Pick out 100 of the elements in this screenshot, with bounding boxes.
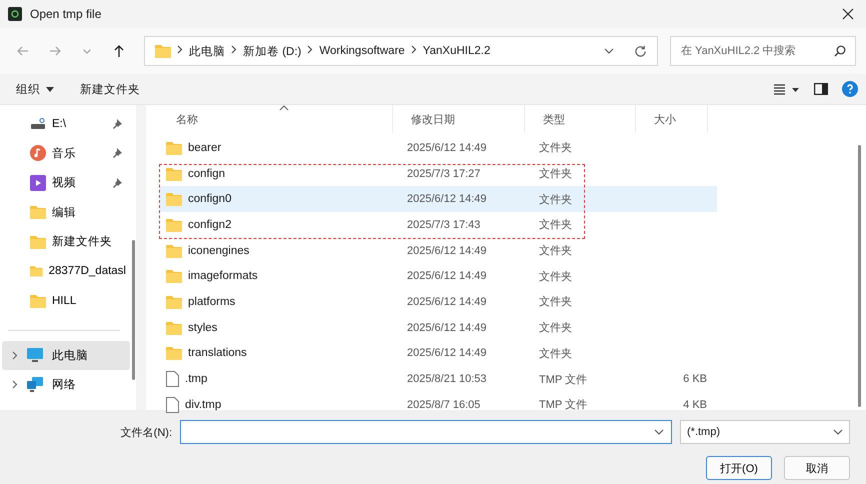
type-cell: TMP 文件	[539, 374, 588, 386]
folder-icon	[166, 320, 182, 335]
file-row[interactable]: platforms 2025/6/12 14:49 文件夹	[160, 289, 717, 315]
help-icon[interactable]	[842, 81, 858, 97]
file-name: .tmp	[185, 373, 208, 386]
date-cell: 2025/6/12 14:49	[407, 193, 487, 206]
folder-icon	[30, 294, 46, 308]
breadcrumb[interactable]: YanXuHIL2.2	[422, 45, 490, 57]
sidebar-item[interactable]: 网络	[2, 370, 130, 398]
breadcrumb[interactable]: 新加卷 (D:)	[243, 44, 302, 58]
date-cell: 2025/6/12 14:49	[407, 142, 487, 154]
file-name: platforms	[188, 296, 236, 308]
file-row[interactable]: .tmp 2025/8/21 10:53 TMP 文件 6 KB	[160, 366, 717, 392]
date-cell: 2025/7/3 17:27	[407, 168, 480, 180]
file-name: div.tmp	[185, 398, 222, 411]
sidebar-item[interactable]: E:\	[0, 109, 132, 138]
sidebar-item[interactable]: 视频	[0, 168, 132, 198]
chevron-down-icon	[83, 48, 91, 54]
type-cell: 文件夹	[539, 322, 572, 334]
preview-pane-icon[interactable]	[814, 83, 828, 95]
sidebar-item[interactable]: 此电脑	[2, 340, 130, 370]
breadcrumb[interactable]: 此电脑	[189, 44, 225, 58]
scrollbar-thumb[interactable]	[132, 240, 135, 380]
file-row[interactable]: styles 2025/6/12 14:49 文件夹	[160, 314, 717, 340]
network-icon	[26, 376, 44, 392]
file-name: imageformats	[188, 270, 258, 282]
filename-field[interactable]	[180, 420, 672, 444]
file-name: confign	[188, 168, 226, 180]
music-icon	[30, 145, 46, 162]
cancel-button[interactable]: 取消	[784, 456, 850, 480]
breadcrumb[interactable]: Workingsoftware	[319, 45, 405, 57]
date-cell: 2025/7/3 17:43	[407, 218, 480, 231]
app-icon	[8, 7, 22, 21]
sidebar-item[interactable]: 新建文件夹	[0, 227, 132, 256]
new-folder-button[interactable]: 新建文件夹	[74, 78, 146, 100]
folder-icon	[166, 218, 182, 232]
video-icon	[30, 174, 46, 191]
folder-icon	[30, 234, 46, 249]
file-row[interactable]: confign2 2025/7/3 17:43 文件夹	[160, 212, 717, 238]
size-cell: 4 KB	[683, 398, 707, 411]
scrollbar-thumb[interactable]	[858, 145, 861, 407]
file-row[interactable]: confign0 2025/6/12 14:49 文件夹	[160, 186, 717, 212]
type-cell: 文件夹	[539, 168, 572, 180]
type-cell: TMP 文件	[539, 399, 588, 412]
type-cell: 文件夹	[539, 348, 572, 360]
file-icon	[166, 371, 179, 388]
type-cell: 文件夹	[539, 245, 572, 258]
dropdown-chevron-icon	[604, 48, 614, 54]
folder-icon	[166, 294, 182, 309]
date-cell: 2025/6/12 14:49	[407, 244, 487, 257]
caret-icon	[46, 86, 54, 92]
folder-icon	[155, 44, 171, 58]
sort-caret-icon	[279, 105, 289, 111]
date-cell: 2025/8/7 16:05	[407, 398, 480, 411]
type-cell: 文件夹	[539, 270, 572, 283]
address-bar[interactable]: 此电脑 新加卷 (D:) Workingsoftware YanXuHIL2.2	[144, 36, 658, 66]
type-cell: 文件夹	[539, 219, 572, 232]
file-row[interactable]: confign 2025/7/3 17:27 文件夹	[160, 160, 717, 186]
sidebar-item[interactable]: 28377D_datasl	[0, 256, 132, 286]
file-row[interactable]: div.tmp 2025/8/7 16:05 TMP 文件 4 KB	[160, 392, 717, 418]
sidebar-item[interactable]: 编辑	[0, 198, 132, 227]
folder-icon	[166, 166, 182, 181]
file-name: styles	[188, 322, 218, 334]
filter-dropdown[interactable]: (*.tmp)	[680, 420, 850, 444]
column-header[interactable]: 修改日期	[393, 105, 525, 133]
column-header[interactable]: 名称	[151, 105, 393, 133]
monitor-icon	[26, 347, 44, 363]
sidebar-item[interactable]: 音乐	[0, 138, 132, 168]
chevron-down-icon	[654, 429, 664, 435]
date-cell: 2025/6/12 14:49	[407, 322, 487, 334]
column-header[interactable]: 大小	[636, 105, 708, 133]
size-cell: 6 KB	[683, 373, 707, 386]
folder-icon	[30, 264, 43, 278]
file-name: confign2	[188, 218, 232, 231]
folder-icon	[166, 346, 182, 360]
sidebar-item[interactable]: HILL	[0, 286, 132, 316]
type-cell: 文件夹	[539, 296, 572, 308]
file-row[interactable]: iconengines 2025/6/12 14:49 文件夹	[160, 238, 717, 264]
folder-icon	[166, 192, 182, 206]
file-row[interactable]: translations 2025/6/12 14:49 文件夹	[160, 340, 717, 366]
expand-chevron-icon	[12, 380, 18, 388]
chevron-down-icon	[833, 429, 843, 435]
date-cell: 2025/6/12 14:49	[407, 270, 487, 282]
column-header[interactable]: 类型	[525, 105, 636, 133]
expand-chevron-icon	[12, 350, 18, 360]
view-menu-icon[interactable]	[774, 83, 800, 95]
refresh-icon[interactable]	[634, 44, 647, 58]
window-title: Open tmp file	[30, 7, 102, 21]
drive-icon	[30, 118, 46, 130]
open-button[interactable]: 打开(O)	[706, 456, 772, 480]
close-button[interactable]	[840, 6, 856, 22]
file-row[interactable]: bearer 2025/6/12 14:49 文件夹	[160, 135, 717, 161]
file-name: bearer	[188, 142, 222, 154]
file-name: confign0	[188, 193, 232, 206]
folder-icon	[30, 205, 46, 220]
file-row[interactable]: imageformats 2025/6/12 14:49 文件夹	[160, 263, 717, 290]
organize-menu[interactable]: 组织	[10, 78, 60, 100]
folder-icon	[166, 244, 182, 258]
file-name: translations	[188, 347, 247, 360]
search-field[interactable]: 在 YanXuHIL2.2 中搜索	[670, 36, 856, 66]
